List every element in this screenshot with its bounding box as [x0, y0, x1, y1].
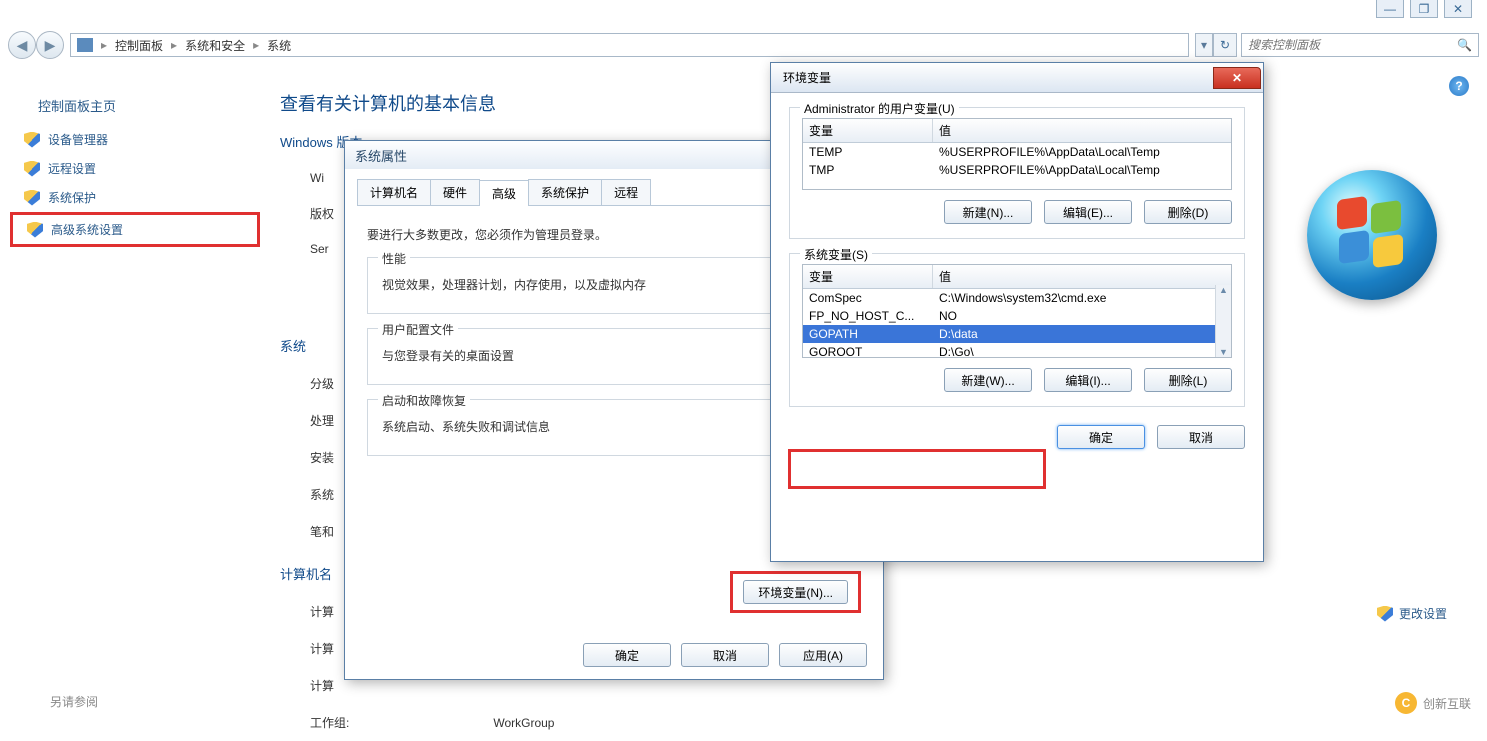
- sidebar-item-remote[interactable]: 远程设置: [10, 154, 260, 183]
- forward-button[interactable]: ▶: [36, 31, 64, 59]
- tab-protection[interactable]: 系统保护: [528, 179, 602, 205]
- user-new-button[interactable]: 新建(N)...: [944, 200, 1032, 224]
- change-settings-link[interactable]: 更改设置: [1377, 605, 1447, 622]
- tab-computer-name[interactable]: 计算机名: [357, 179, 431, 205]
- system-vars-group: 系统变量(S) 变量 值 ComSpecC:\Windows\system32\…: [789, 253, 1245, 407]
- breadcrumb-item[interactable]: 系统和安全: [185, 37, 245, 54]
- col-value[interactable]: 值: [933, 119, 957, 142]
- sidebar-item-advanced[interactable]: 高级系统设置: [10, 212, 260, 247]
- nav-bar: ◀ ▶ ▸ 控制面板 ▸ 系统和安全 ▸ 系统 ▾ ↻ 🔍: [0, 28, 1487, 62]
- change-settings-label: 更改设置: [1399, 605, 1447, 622]
- sidebar-item-label: 系统保护: [48, 189, 96, 206]
- brand-icon: C: [1395, 692, 1417, 714]
- user-delete-button[interactable]: 删除(D): [1144, 200, 1232, 224]
- windows-logo: [1287, 170, 1457, 340]
- cancel-button[interactable]: 取消: [1157, 425, 1245, 449]
- user-vars-list[interactable]: 变量 值 TEMP%USERPROFILE%\AppData\Local\Tem…: [802, 118, 1232, 190]
- list-item[interactable]: TEMP%USERPROFILE%\AppData\Local\Temp: [803, 143, 1231, 161]
- apply-button[interactable]: 应用(A): [779, 643, 867, 667]
- user-vars-group: Administrator 的用户变量(U) 变量 值 TEMP%USERPRO…: [789, 107, 1245, 239]
- sidebar-item-label: 远程设置: [48, 160, 96, 177]
- list-item[interactable]: FP_NO_HOST_C...NO: [803, 307, 1231, 325]
- chevron-right-icon: ▸: [101, 38, 107, 52]
- close-button[interactable]: ✕: [1444, 0, 1472, 18]
- environment-variables-dialog: 环境变量 ✕ Administrator 的用户变量(U) 变量 值 TEMP%…: [770, 62, 1264, 562]
- address-bar[interactable]: ▸ 控制面板 ▸ 系统和安全 ▸ 系统: [70, 33, 1189, 57]
- group-legend: 启动和故障恢复: [378, 392, 470, 409]
- sidebar-item-label: 高级系统设置: [51, 221, 123, 238]
- back-button[interactable]: ◀: [8, 31, 36, 59]
- cancel-button[interactable]: 取消: [681, 643, 769, 667]
- sidebar-item-device-manager[interactable]: 设备管理器: [10, 125, 260, 154]
- ok-button[interactable]: 确定: [1057, 425, 1145, 449]
- shield-icon: [27, 222, 43, 238]
- col-variable[interactable]: 变量: [803, 265, 933, 288]
- sidebar-item-protection[interactable]: 系统保护: [10, 183, 260, 212]
- col-value[interactable]: 值: [933, 265, 957, 288]
- shield-icon: [1377, 606, 1393, 622]
- tab-hardware[interactable]: 硬件: [430, 179, 480, 205]
- list-item-selected[interactable]: GOPATHD:\data: [803, 325, 1231, 343]
- maximize-button[interactable]: ❐: [1410, 0, 1438, 18]
- list-item[interactable]: TMP%USERPROFILE%\AppData\Local\Temp: [803, 161, 1231, 179]
- workgroup-label: 工作组:: [310, 714, 490, 731]
- search-icon: 🔍: [1457, 38, 1472, 52]
- shield-icon: [24, 190, 40, 206]
- workgroup-value: WorkGroup: [493, 716, 554, 730]
- close-button[interactable]: ✕: [1213, 67, 1261, 89]
- tab-advanced[interactable]: 高级: [479, 180, 529, 206]
- group-legend: Administrator 的用户变量(U): [800, 100, 959, 117]
- dialog-title: 环境变量: [783, 69, 831, 86]
- info-row: 工作组: WorkGroup: [310, 704, 1477, 741]
- list-item[interactable]: ComSpecC:\Windows\system32\cmd.exe: [803, 289, 1231, 307]
- sys-delete-button[interactable]: 删除(L): [1144, 368, 1232, 392]
- user-edit-button[interactable]: 编辑(E)...: [1044, 200, 1132, 224]
- shield-icon: [24, 161, 40, 177]
- sys-edit-button[interactable]: 编辑(I)...: [1044, 368, 1132, 392]
- sidebar-home-link[interactable]: 控制面板主页: [38, 96, 260, 115]
- group-legend: 用户配置文件: [378, 321, 458, 338]
- chevron-right-icon: ▸: [253, 38, 259, 52]
- sys-new-button[interactable]: 新建(W)...: [944, 368, 1032, 392]
- group-legend: 性能: [378, 250, 410, 267]
- see-also-label: 另请参阅: [50, 693, 98, 710]
- sidebar: 控制面板主页 设备管理器 远程设置 系统保护 高级系统设置: [10, 82, 260, 247]
- watermark: C 创新互联: [1395, 692, 1471, 714]
- computer-icon: [77, 38, 93, 52]
- scrollbar[interactable]: [1215, 285, 1231, 357]
- group-legend: 系统变量(S): [800, 246, 872, 263]
- shield-icon: [24, 132, 40, 148]
- minimize-button[interactable]: —: [1376, 0, 1404, 18]
- ok-button[interactable]: 确定: [583, 643, 671, 667]
- env-button-highlight: 环境变量(N)...: [730, 571, 861, 613]
- breadcrumb-item[interactable]: 控制面板: [115, 37, 163, 54]
- address-dropdown[interactable]: ▾: [1195, 33, 1213, 57]
- system-vars-list[interactable]: 变量 值 ComSpecC:\Windows\system32\cmd.exe …: [802, 264, 1232, 358]
- search-box[interactable]: 🔍: [1241, 33, 1479, 57]
- chevron-right-icon: ▸: [171, 38, 177, 52]
- refresh-button[interactable]: ↻: [1213, 33, 1237, 57]
- brand-text: 创新互联: [1423, 695, 1471, 712]
- search-input[interactable]: [1248, 38, 1457, 52]
- window-controls: — ❐ ✕: [1376, 0, 1472, 18]
- col-variable[interactable]: 变量: [803, 119, 933, 142]
- environment-variables-button[interactable]: 环境变量(N)...: [743, 580, 848, 604]
- tab-remote[interactable]: 远程: [601, 179, 651, 205]
- list-item[interactable]: GOROOTD:\Go\: [803, 343, 1231, 358]
- breadcrumb-item[interactable]: 系统: [267, 37, 291, 54]
- sidebar-item-label: 设备管理器: [48, 131, 108, 148]
